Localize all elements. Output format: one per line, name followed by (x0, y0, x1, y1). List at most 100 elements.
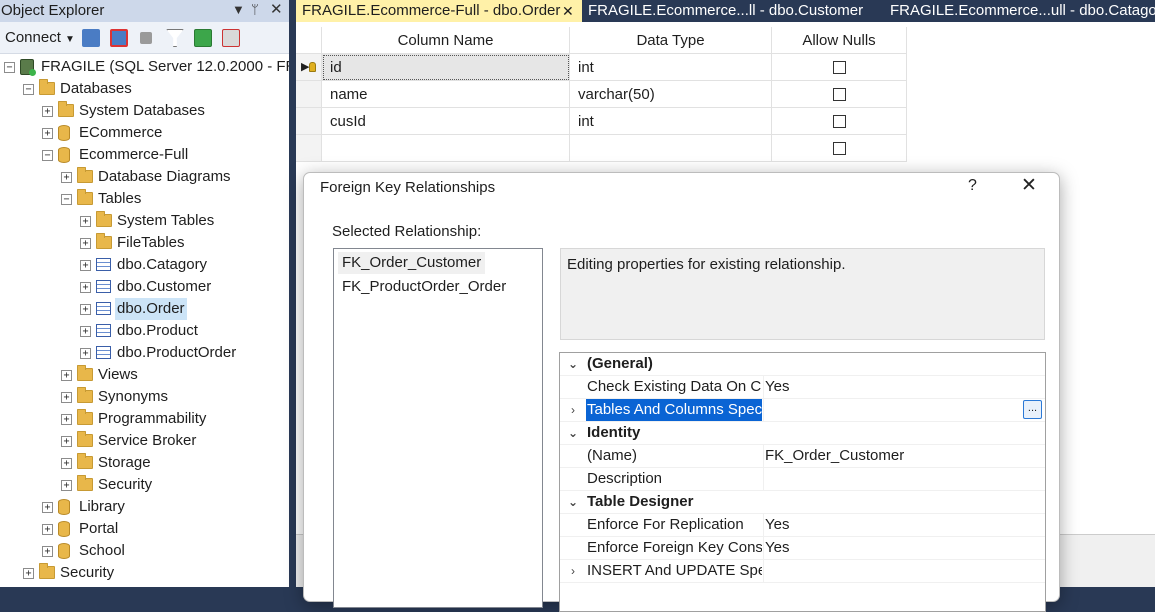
collapse-chevron-icon[interactable]: ⌄ (566, 424, 580, 443)
tree-node[interactable]: + dbo.Product (0, 320, 289, 342)
data-type-cell[interactable]: int (570, 54, 772, 81)
tab-order[interactable]: FRAGILE.Ecommerce-Full - dbo.Order ✕ (296, 0, 582, 22)
expand-icon[interactable]: + (61, 392, 72, 403)
tree-node[interactable]: + Storage (0, 452, 289, 474)
property-row[interactable]: › Tables And Columns Speci... (560, 399, 1045, 422)
property-row[interactable]: Description (560, 468, 1045, 491)
property-value[interactable]: Yes (763, 514, 1045, 536)
tab-customer[interactable]: FRAGILE.Ecommerce...ll - dbo.Customer (582, 0, 884, 22)
property-value[interactable]: Yes (763, 376, 1045, 398)
expand-icon[interactable]: + (61, 414, 72, 425)
disconnect-icon[interactable] (110, 29, 128, 47)
property-row[interactable]: Check Existing Data On Cr Yes (560, 376, 1045, 399)
property-value[interactable] (763, 399, 1045, 421)
collapse-icon[interactable]: − (42, 150, 53, 161)
tree-node[interactable]: + dbo.Catagory (0, 254, 289, 276)
collapse-chevron-icon[interactable]: ⌄ (566, 493, 580, 512)
expand-icon[interactable]: + (42, 502, 53, 513)
tree-node[interactable]: + Database Diagrams (0, 166, 289, 188)
expand-icon[interactable]: + (80, 216, 91, 227)
property-row[interactable]: Enforce Foreign Key Const Yes (560, 537, 1045, 560)
expand-icon[interactable]: + (80, 238, 91, 249)
activity-monitor-icon[interactable] (222, 29, 240, 47)
tree-node[interactable]: + System Tables (0, 210, 289, 232)
relationship-item[interactable]: FK_ProductOrder_Order (338, 276, 510, 298)
tree-node[interactable]: − Ecommerce-Full (0, 144, 289, 166)
column-name-cell[interactable]: name (322, 81, 570, 108)
tab-catagory[interactable]: FRAGILE.Ecommerce...ull - dbo.Catagory (884, 0, 1155, 22)
property-category[interactable]: ⌄ (General) (560, 353, 1045, 376)
close-icon[interactable]: ✕ (562, 0, 574, 22)
property-row[interactable]: › INSERT And UPDATE Spec (560, 560, 1045, 583)
expand-icon[interactable]: + (42, 106, 53, 117)
allow-nulls-checkbox[interactable] (833, 142, 846, 155)
ellipsis-button[interactable]: ... (1023, 400, 1042, 419)
expand-icon[interactable]: + (80, 326, 91, 337)
tree-node[interactable]: + dbo.Order (0, 298, 289, 320)
tree-node[interactable]: + Service Broker (0, 430, 289, 452)
tree-node[interactable]: + dbo.ProductOrder (0, 342, 289, 364)
relationship-item[interactable]: FK_Order_Customer (338, 252, 486, 274)
expand-icon[interactable]: + (42, 546, 53, 557)
data-type-cell[interactable] (570, 135, 772, 162)
tree-node[interactable]: + ECommerce (0, 122, 289, 144)
row-selector[interactable] (296, 108, 322, 135)
data-type-cell[interactable]: int (570, 108, 772, 135)
stop-icon[interactable] (140, 32, 152, 44)
pin-icon[interactable]: ᛘ (251, 0, 259, 20)
close-icon[interactable]: ✕ (1021, 176, 1037, 196)
collapse-icon[interactable]: − (61, 194, 72, 205)
tree-node[interactable]: + Synonyms (0, 386, 289, 408)
tree-node[interactable]: + Security (0, 474, 289, 496)
collapse-icon[interactable]: − (23, 84, 34, 95)
expand-icon[interactable]: + (42, 524, 53, 535)
tree-node[interactable]: + Views (0, 364, 289, 386)
expand-icon[interactable]: + (42, 128, 53, 139)
expand-icon[interactable]: + (61, 458, 72, 469)
expand-chevron-icon[interactable]: › (566, 562, 580, 581)
connect-object-explorer-icon[interactable] (82, 29, 100, 47)
property-category[interactable]: ⌄ Identity (560, 422, 1045, 445)
expand-icon[interactable]: + (80, 304, 91, 315)
property-row[interactable]: Enforce For Replication Yes (560, 514, 1045, 537)
close-icon[interactable]: ✕ (270, 0, 283, 20)
allow-nulls-checkbox[interactable] (833, 88, 846, 101)
property-row[interactable]: (Name) FK_Order_Customer (560, 445, 1045, 468)
row-selector[interactable] (296, 135, 322, 162)
property-value[interactable]: FK_Order_Customer (763, 445, 1045, 467)
tree-node[interactable]: − Databases (0, 78, 289, 100)
allow-nulls-checkbox[interactable] (833, 115, 846, 128)
tree-node[interactable]: − Tables (0, 188, 289, 210)
collapse-icon[interactable]: − (4, 62, 15, 73)
expand-icon[interactable]: + (61, 370, 72, 381)
tree-node[interactable]: + Library (0, 496, 289, 518)
expand-icon[interactable]: + (61, 480, 72, 491)
tree-node[interactable]: + Security (0, 562, 289, 584)
expand-icon[interactable]: + (80, 260, 91, 271)
refresh-icon[interactable] (194, 29, 212, 47)
data-type-cell[interactable]: varchar(50) (570, 81, 772, 108)
relationship-list[interactable]: FK_Order_Customer FK_ProductOrder_Order (333, 248, 543, 608)
column-name-cell[interactable]: cusId (322, 108, 570, 135)
tree-node[interactable]: − FRAGILE (SQL Server 12.0.2000 - FRAG (0, 56, 289, 78)
expand-icon[interactable]: + (80, 282, 91, 293)
expand-icon[interactable]: + (61, 436, 72, 447)
tree-node[interactable]: + FileTables (0, 232, 289, 254)
expand-icon[interactable]: + (61, 172, 72, 183)
tree-node[interactable]: + Programmability (0, 408, 289, 430)
row-selector[interactable] (296, 81, 322, 108)
allow-nulls-checkbox[interactable] (833, 61, 846, 74)
property-category[interactable]: ⌄ Table Designer (560, 491, 1045, 514)
expand-chevron-icon[interactable]: › (566, 401, 580, 420)
tree-node[interactable]: + School (0, 540, 289, 562)
expand-icon[interactable]: + (80, 348, 91, 359)
tree-node[interactable]: + dbo.Customer (0, 276, 289, 298)
filter-icon[interactable] (166, 29, 184, 47)
help-icon[interactable]: ? (968, 177, 977, 195)
property-value[interactable] (763, 468, 1045, 490)
expand-icon[interactable]: + (23, 568, 34, 579)
row-selector[interactable]: ▶ (296, 54, 322, 81)
dropdown-icon[interactable]: ▼ (232, 0, 245, 20)
connect-button[interactable]: Connect ▼ (5, 28, 75, 50)
tree-node[interactable]: + System Databases (0, 100, 289, 122)
